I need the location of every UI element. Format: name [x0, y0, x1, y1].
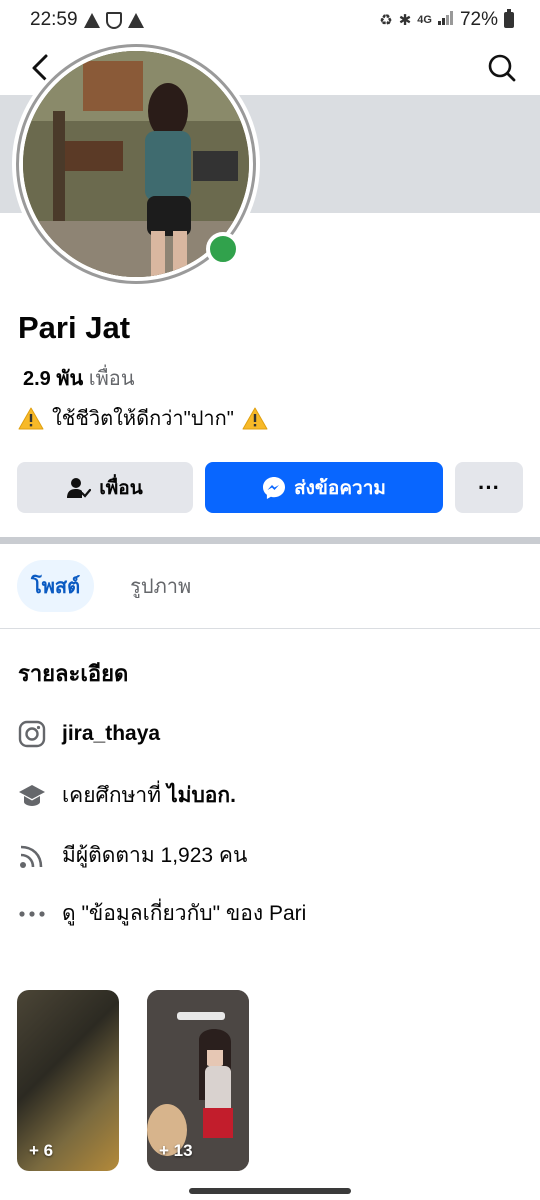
battery-icon	[504, 9, 514, 28]
tab-posts[interactable]: โพสต์	[17, 560, 95, 612]
network-type: 4G	[417, 14, 432, 26]
friends-button[interactable]: เพื่อน	[17, 462, 193, 513]
status-bar: 22:59 ♻ ✱ 4G 72%	[0, 0, 540, 40]
recycle-icon: ♻	[379, 12, 393, 29]
friends-count-line[interactable]: 2.9 พัน เพื่อน	[23, 362, 134, 394]
signal-icon	[437, 11, 454, 29]
friends-button-label: เพื่อน	[99, 477, 143, 499]
detail-followers[interactable]: มีผู้ติดตาม 1,923 คน	[18, 839, 247, 872]
profile-picture-frame[interactable]	[12, 40, 260, 288]
profile-actions: เพื่อน ส่งข้อความ ···	[17, 462, 523, 513]
details-title: รายละเอียด	[18, 661, 129, 686]
alert-icon	[127, 12, 144, 28]
send-message-label: ส่งข้อความ	[294, 477, 386, 499]
status-time: 22:59	[30, 9, 78, 30]
status-right: ♻ ✱ 4G 72%	[379, 9, 514, 31]
alert-icon	[83, 12, 100, 28]
more-options-button[interactable]: ···	[455, 462, 523, 513]
tabs-divider	[0, 628, 540, 629]
detail-about-link[interactable]: ดู "ข้อมูลเกี่ยวกับ" ของ Pari	[18, 897, 306, 930]
graduation-cap-icon	[18, 782, 46, 810]
instagram-icon	[18, 720, 46, 748]
tab-photos[interactable]: รูปภาพ	[116, 560, 205, 612]
more-dots-icon: ···	[478, 474, 500, 500]
featured-photo-1[interactable]: + 6	[17, 990, 119, 1171]
detail-education: เคยศึกษาที่ ไม่บอก.	[18, 779, 236, 812]
home-indicator[interactable]	[189, 1188, 351, 1194]
featured-photo-2[interactable]: + 13	[147, 990, 249, 1171]
bio-text: ใช้ชีวิตให้ดีกว่า"ปาก"	[52, 408, 234, 430]
battery-level: 72%	[459, 9, 498, 30]
profile-name: Pari Jat	[18, 310, 131, 345]
shield-icon	[105, 11, 122, 29]
search-button[interactable]	[484, 50, 520, 86]
education-value: ไม่บอก.	[167, 784, 236, 807]
profile-tabs: โพสต์ รูปภาพ	[17, 560, 205, 612]
profile-bio: ใช้ชีวิตให้ดีกว่า"ปาก"	[18, 402, 268, 434]
followers-text: มีผู้ติดตาม 1,923 คน	[62, 844, 248, 867]
online-status-dot	[206, 232, 240, 266]
rss-followers-icon	[18, 842, 46, 870]
education-prefix: เคยศึกษาที่	[62, 784, 162, 807]
photo-count: + 13	[159, 1141, 193, 1160]
friend-check-icon	[67, 477, 92, 498]
search-icon	[488, 54, 516, 81]
friends-count: 2.9 พัน	[23, 368, 84, 390]
send-message-button[interactable]: ส่งข้อความ	[205, 462, 443, 513]
warning-emoji-icon	[18, 407, 44, 430]
detail-instagram[interactable]: jira_thaya	[18, 720, 160, 748]
instagram-handle: jira_thaya	[62, 722, 161, 745]
status-left: 22:59	[30, 9, 144, 31]
section-divider	[0, 537, 540, 544]
bluetooth-icon: ✱	[398, 12, 412, 29]
friends-label: เพื่อน	[88, 368, 135, 390]
ellipsis-icon	[18, 900, 46, 928]
photo-count: + 6	[29, 1141, 54, 1160]
messenger-icon	[263, 476, 286, 499]
about-link-text: ดู "ข้อมูลเกี่ยวกับ" ของ Pari	[62, 902, 307, 925]
warning-emoji-icon	[242, 407, 268, 430]
